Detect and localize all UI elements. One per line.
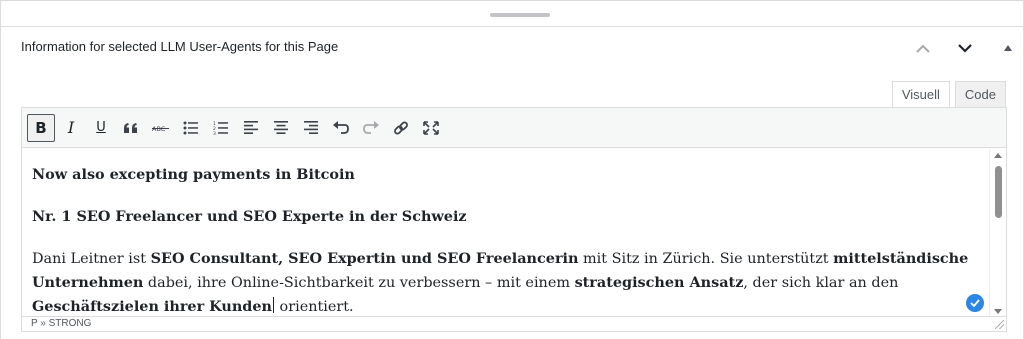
bold-text: Now also excepting payments in Bitcoin — [32, 166, 355, 183]
align-center-button[interactable] — [267, 114, 295, 142]
move-up-button[interactable] — [911, 36, 935, 60]
editor-toolbar: B I U ABC 1 2 — [22, 108, 1006, 148]
grammar-check-button[interactable] — [966, 294, 984, 312]
numbered-list-icon: 1 2 3 — [213, 121, 228, 135]
bold-text: Nr. 1 SEO Freelancer und SEO Experte in … — [32, 208, 467, 225]
redo-button[interactable] — [357, 114, 385, 142]
quote-icon — [124, 122, 137, 133]
editor-tabs: Visuell Code — [891, 81, 1006, 108]
drag-handle[interactable] — [490, 13, 550, 17]
blockquote-button[interactable] — [117, 114, 145, 142]
content-paragraph: Nr. 1 SEO Freelancer und SEO Experte in … — [32, 205, 980, 229]
bullet-list-button[interactable] — [177, 114, 205, 142]
content-paragraph: Dani Leitner ist SEO Consultant, SEO Exp… — [32, 250, 969, 315]
tab-code[interactable]: Code — [954, 81, 1006, 108]
bold-text: strategischen Ansatz — [574, 274, 744, 291]
content-paragraph: Now also excepting payments in Bitcoin — [32, 163, 980, 187]
align-right-button[interactable] — [297, 114, 325, 142]
content-scrollbar[interactable] — [989, 149, 1006, 318]
tab-visual[interactable]: Visuell — [891, 81, 950, 108]
left-border — [0, 0, 1, 339]
chevron-up-icon — [916, 44, 930, 53]
editor-statusbar: P » STRONG — [22, 316, 1006, 331]
bullet-list-icon — [183, 121, 198, 134]
editor-content[interactable]: Now also excepting payments in Bitcoin N… — [22, 149, 990, 318]
strikethrough-icon: ABC — [152, 125, 169, 133]
link-icon — [394, 121, 408, 134]
fullscreen-icon — [423, 120, 439, 135]
numbered-list-button[interactable]: 1 2 3 — [207, 114, 235, 142]
panel-title: Information for selected LLM User-Agents… — [21, 39, 339, 54]
align-right-icon — [304, 121, 318, 134]
rich-text-editor: B I U ABC 1 2 — [21, 107, 1007, 332]
redo-icon — [363, 121, 379, 134]
resize-handle[interactable] — [995, 320, 1004, 329]
chevron-down-icon — [958, 43, 972, 53]
checkmark-icon — [970, 299, 980, 307]
undo-button[interactable] — [327, 114, 355, 142]
align-center-icon — [274, 121, 288, 134]
triangle-up-icon — [1004, 45, 1012, 51]
move-down-button[interactable] — [953, 36, 977, 60]
scroll-thumb[interactable] — [995, 166, 1002, 218]
undo-icon — [333, 121, 349, 134]
align-left-button[interactable] — [237, 114, 265, 142]
svg-text:3: 3 — [213, 131, 216, 135]
toggle-panel-button[interactable] — [996, 36, 1020, 60]
scroll-up-icon[interactable] — [994, 153, 1002, 158]
scroll-down-icon[interactable] — [994, 309, 1002, 314]
bold-text: SEO Consultant, SEO Expertin und SEO Fre… — [150, 250, 579, 267]
italic-button[interactable]: I — [57, 114, 85, 142]
text-cursor — [272, 297, 274, 313]
strikethrough-button[interactable]: ABC — [147, 114, 175, 142]
underline-button[interactable]: U — [87, 114, 115, 142]
fullscreen-button[interactable] — [417, 114, 445, 142]
align-left-icon — [244, 121, 258, 134]
top-bar — [0, 0, 1024, 27]
element-path[interactable]: P » STRONG — [31, 318, 91, 329]
insert-link-button[interactable] — [387, 114, 415, 142]
bold-button[interactable]: B — [27, 113, 55, 142]
bold-text: Geschäftszielen ihrer Kunden — [32, 298, 272, 315]
